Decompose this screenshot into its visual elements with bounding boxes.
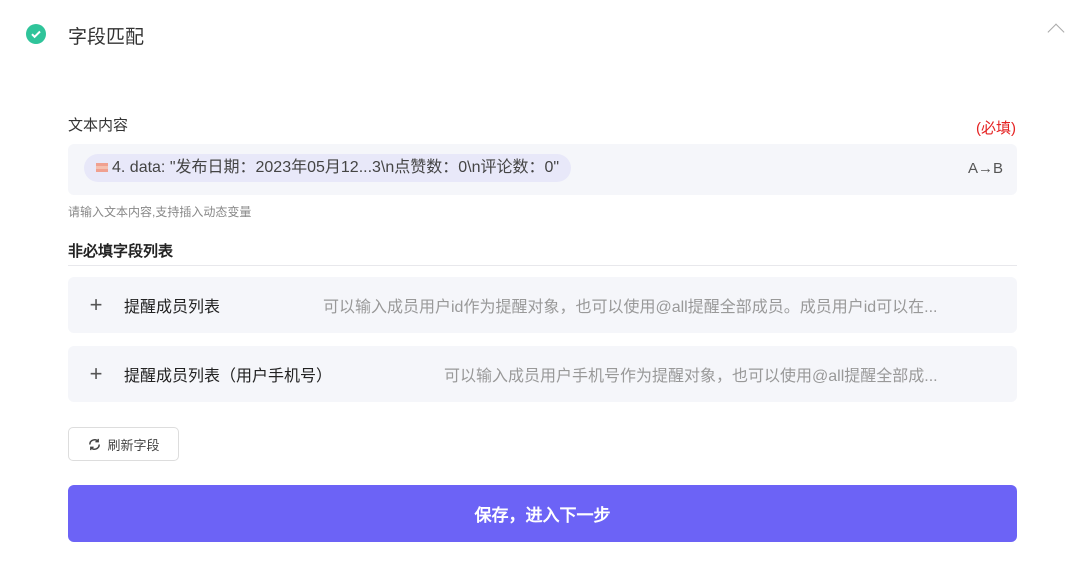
optional-fields-title: 非必填字段列表 bbox=[68, 243, 174, 260]
text-content-input[interactable]: 4. data: "发布日期：2023年05月12...3\n点赞数：0\n评论… bbox=[68, 144, 1017, 195]
refresh-label: 刷新字段 bbox=[107, 437, 160, 453]
optional-field-row[interactable]: + 提醒成员列表 可以输入成员用户id作为提醒对象，也可以使用@all提醒全部成… bbox=[68, 277, 1017, 333]
field-name: 提醒成员列表 bbox=[124, 299, 221, 316]
refresh-fields-button[interactable]: 刷新字段 bbox=[68, 427, 179, 461]
text-content-hint: 请输入文本内容,支持插入动态变量 bbox=[68, 205, 252, 219]
field-description: 可以输入成员用户id作为提醒对象，也可以使用@all提醒全部成员。成员用户id可… bbox=[323, 299, 938, 316]
divider bbox=[68, 265, 1017, 266]
transform-button[interactable]: A→B bbox=[968, 160, 1003, 177]
variable-chip-text: 4. data: "发布日期：2023年05月12...3\n点赞数：0\n评论… bbox=[112, 159, 560, 176]
plus-icon[interactable]: + bbox=[68, 292, 124, 318]
field-name: 提醒成员列表（用户手机号） bbox=[124, 368, 333, 385]
plus-icon[interactable]: + bbox=[68, 361, 124, 387]
optional-field-row[interactable]: + 提醒成员列表（用户手机号） 可以输入成员用户手机号作为提醒对象，也可以使用@… bbox=[68, 346, 1017, 402]
field-description: 可以输入成员用户手机号作为提醒对象，也可以使用@all提醒全部成... bbox=[444, 368, 938, 385]
variable-icon bbox=[96, 163, 108, 172]
required-marker: (必填) bbox=[976, 120, 1016, 137]
chevron-up-icon[interactable] bbox=[1047, 23, 1065, 41]
section-title: 字段匹配 bbox=[68, 27, 145, 48]
variable-chip[interactable]: 4. data: "发布日期：2023年05月12...3\n点赞数：0\n评论… bbox=[84, 154, 572, 182]
check-circle-icon bbox=[26, 24, 46, 44]
text-content-label: 文本内容 bbox=[68, 117, 129, 134]
refresh-icon bbox=[89, 438, 101, 450]
save-next-button[interactable]: 保存，进入下一步 bbox=[68, 485, 1017, 542]
